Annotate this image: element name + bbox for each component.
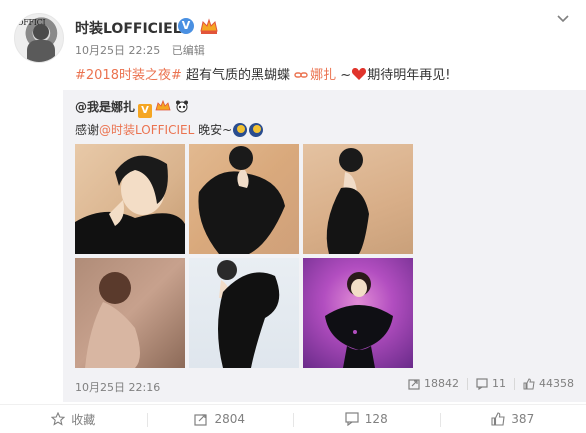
repost-count-button[interactable]: 18842 <box>408 377 459 390</box>
repost-icon <box>408 378 420 390</box>
verified-icon: V <box>138 104 153 118</box>
photo-6[interactable] <box>303 258 413 368</box>
mention-link[interactable]: @时装LOFFICIEL <box>99 123 194 137</box>
crown-icon <box>200 18 218 34</box>
avatar-head <box>33 24 49 40</box>
photo-3[interactable] <box>303 144 413 254</box>
moon-icon <box>249 123 264 137</box>
like-button[interactable]: 387 <box>439 405 586 433</box>
like-action-count: 387 <box>511 412 535 426</box>
avatar[interactable]: OFFICI <box>14 13 64 63</box>
chevron-down-icon[interactable] <box>556 14 570 24</box>
comment-action-count: 128 <box>364 412 388 426</box>
comment-icon <box>476 377 488 390</box>
repost-author[interactable]: @我是娜扎 <box>75 100 135 114</box>
panda-icon <box>176 100 189 113</box>
comment-icon <box>345 412 359 426</box>
post-closing: ~ <box>336 68 352 83</box>
heart-icon <box>352 68 367 80</box>
photo-4[interactable] <box>75 258 185 368</box>
username[interactable]: 时装LOFFICIEL <box>75 18 182 38</box>
post-body: 超有气质的黑蝴蝶 <box>181 68 295 83</box>
post-date[interactable]: 10月25日 22:25 <box>75 44 160 57</box>
repost-text: 感谢@时装LOFFICIEL 晚安~ <box>75 121 264 138</box>
repost-stats: 18842 11 44358 <box>400 377 574 390</box>
repost-text-suffix: 晚安~ <box>194 123 233 137</box>
edited-label[interactable]: 已编辑 <box>172 44 205 57</box>
mention-link[interactable]: 娜扎 <box>310 68 336 83</box>
hashtag-link[interactable]: #2018时装之夜# <box>75 68 182 83</box>
photo-5[interactable] <box>189 258 299 368</box>
post-closing-2: 期待明年再见! <box>367 68 451 83</box>
link-icon <box>294 72 308 78</box>
weibo-post-card: OFFICI 时装LOFFICIEL V 10月25日 22:25 已编辑 #2… <box>0 0 586 433</box>
repost-box: @我是娜扎 V 感谢@时装LOFFICIEL 晚安~ 10月25日 22:16 … <box>63 90 586 402</box>
star-icon <box>51 412 66 426</box>
repost-count: 18842 <box>424 377 459 390</box>
repost-button[interactable]: 2804 <box>146 405 294 433</box>
action-bar: 收藏 2804 128 387 <box>0 404 586 433</box>
photo-2[interactable] <box>189 144 299 254</box>
comment-count: 11 <box>492 377 506 390</box>
repost-text-prefix: 感谢 <box>75 123 100 137</box>
moon-icon <box>233 123 248 137</box>
post-meta: 10月25日 22:25 已编辑 <box>75 42 213 58</box>
post-text: #2018时装之夜# 超有气质的黑蝴蝶 娜扎 ~ 期待明年再见! <box>75 64 450 83</box>
divider <box>514 377 515 390</box>
like-icon <box>523 377 535 389</box>
divider <box>467 377 468 390</box>
favorite-button[interactable]: 收藏 <box>0 405 147 433</box>
crown-icon <box>155 99 171 111</box>
like-count: 44358 <box>539 377 574 390</box>
like-icon <box>491 412 505 426</box>
repost-author-line: @我是娜扎 V <box>75 98 190 118</box>
avatar-body <box>27 40 55 62</box>
like-count-button[interactable]: 44358 <box>523 377 574 390</box>
photo-1[interactable] <box>75 144 185 254</box>
comment-button[interactable]: 128 <box>293 405 440 433</box>
repost-icon <box>194 414 208 426</box>
comment-count-button[interactable]: 11 <box>476 377 506 390</box>
favorite-label: 收藏 <box>71 412 96 427</box>
repost-action-count: 2804 <box>214 412 246 426</box>
verified-icon: V <box>178 18 194 34</box>
repost-date[interactable]: 10月25日 22:16 <box>75 379 160 395</box>
